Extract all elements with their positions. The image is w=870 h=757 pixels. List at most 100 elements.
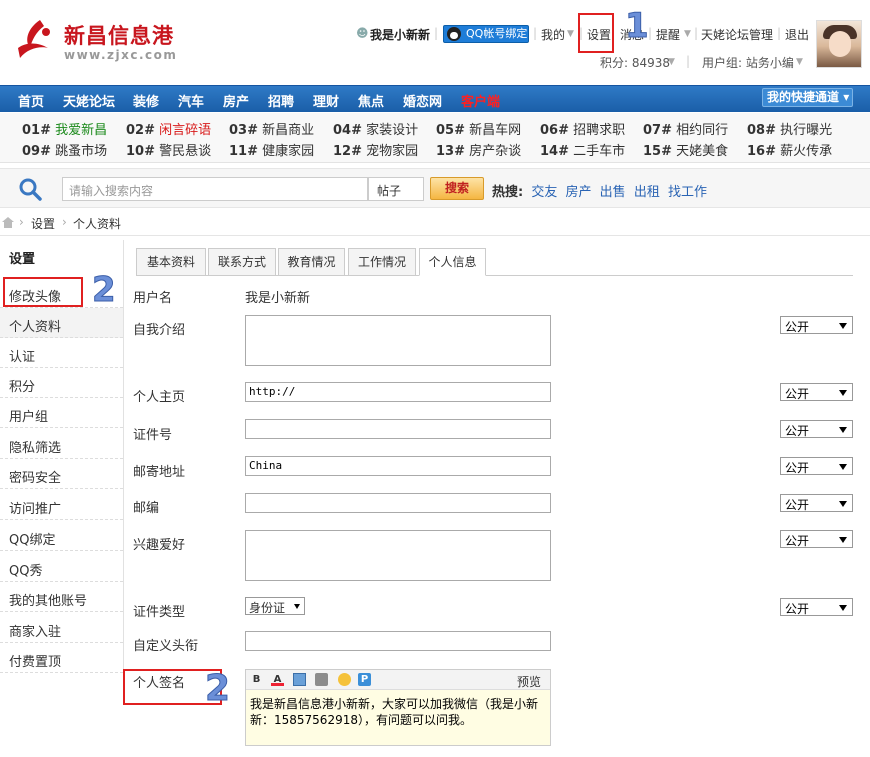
qq-bind-button[interactable]: QQ帐号绑定 [443,25,529,43]
highlight-box [3,277,83,307]
nav-item[interactable]: 理财 [313,91,339,110]
hot-search-link[interactable]: 出售 [600,185,626,200]
paste-icon[interactable]: P [358,673,371,686]
forum-link[interactable]: 06# 招聘求职 [540,119,625,138]
sidebar-item-verify[interactable]: 认证 [0,338,123,368]
emoji-icon[interactable] [338,673,351,686]
forum-link[interactable]: 03# 新昌商业 [229,119,314,138]
forum-link[interactable]: 07# 相约同行 [643,119,728,138]
forum-link[interactable]: 13# 房产杂谈 [436,140,521,159]
sidebar-item-profile[interactable]: 个人资料 [0,308,123,338]
forum-link[interactable]: 01# 我爱新昌 [22,119,107,138]
nav-item[interactable]: 天姥论坛 [63,91,115,110]
home-icon[interactable] [2,217,14,228]
forum-link[interactable]: 02# 闲言碎语 [126,119,211,138]
nav-item[interactable]: 招聘 [268,91,294,110]
intro-label: 自我介绍 [133,323,186,338]
search-input[interactable]: 请输入搜索内容 [62,177,368,201]
tab-basic[interactable]: 基本资料 [136,248,206,276]
breadcrumb-settings[interactable]: 设置 [31,215,55,232]
id-number-input[interactable] [245,419,551,439]
forum-link[interactable]: 11# 健康家园 [229,140,314,159]
sidebar-item-qq-bind[interactable]: QQ绑定 [0,521,123,551]
id-number-label: 证件号 [133,428,173,443]
homepage-input[interactable]: http:// [245,382,551,402]
sidebar-item-points[interactable]: 积分 [0,368,123,398]
signature-text[interactable]: 我是新昌信息港小新新，大家可以加我微信（我是小新新：15857562918），有… [250,696,548,728]
address-input[interactable]: China [245,456,551,476]
nav-item[interactable]: 首页 [18,91,44,110]
zip-input[interactable] [245,493,551,513]
points-display[interactable]: 积分: 84938 [600,54,670,71]
annotation-number: 2 [204,668,231,710]
chevron-down-icon: ▼ [684,29,691,39]
user-avatar[interactable] [816,20,862,68]
privacy-select[interactable]: 公开 [780,598,853,616]
nav-item[interactable]: 汽车 [178,91,204,110]
privacy-select[interactable]: 公开 [780,420,853,438]
hot-search-link[interactable]: 房产 [566,185,592,200]
search-button[interactable]: 搜索 [430,177,484,200]
username-link[interactable]: 我是小新新 [370,26,430,43]
logout-link[interactable]: 退出 [785,26,809,43]
id-type-select[interactable]: 身份证 [245,597,305,615]
zip-label: 邮编 [133,501,160,516]
sidebar-item-usergroup[interactable]: 用户组 [0,398,123,428]
forum-link[interactable]: 15# 天姥美食 [643,140,728,159]
forum-link[interactable]: 08# 执行曝光 [747,119,832,138]
breadcrumb: › 设置 › 个人资料 [0,212,870,236]
remind-menu[interactable]: 提醒 [656,26,680,43]
tab-contact[interactable]: 联系方式 [208,248,276,276]
attachment-icon[interactable] [315,673,328,686]
nav-item[interactable]: 客户端 [461,91,500,110]
sidebar-item-qq-show[interactable]: QQ秀 [0,552,123,582]
hot-search-link[interactable]: 出租 [634,185,660,200]
hot-search-link[interactable]: 交友 [531,185,557,200]
nav-item[interactable]: 装修 [133,91,159,110]
search-type-select[interactable]: 帖子 [368,177,424,201]
privacy-select[interactable]: 公开 [780,457,853,475]
tab-personal[interactable]: 个人信息 [419,248,486,276]
tab-work[interactable]: 工作情况 [348,248,416,276]
nav-item[interactable]: 房产 [223,91,249,110]
hot-search-link[interactable]: 找工作 [668,185,707,200]
forum-link[interactable]: 10# 警民悬谈 [126,140,211,159]
preview-button[interactable]: 预览 [517,673,541,690]
profile-tabs: 基本资料 联系方式 教育情况 工作情况 个人信息 [136,248,853,276]
forum-link[interactable]: 04# 家装设计 [333,119,418,138]
privacy-select[interactable]: 公开 [780,494,853,512]
sidebar-item-password[interactable]: 密码安全 [0,459,123,489]
forum-link[interactable]: 09# 跳蚤市场 [22,140,107,159]
intro-textarea[interactable] [245,315,551,366]
username-label: 用户名 [133,291,173,306]
privacy-select[interactable]: 公开 [780,530,853,548]
search-icon[interactable] [18,177,42,201]
sidebar-item-privacy[interactable]: 隐私筛选 [0,429,123,459]
forum-link[interactable]: 12# 宠物家园 [333,140,418,159]
nav-item[interactable]: 焦点 [358,91,384,110]
privacy-select[interactable]: 公开 [780,383,853,401]
breadcrumb-separator: › [62,215,67,229]
font-color-icon[interactable]: A [271,673,284,686]
forum-admin-link[interactable]: 天姥论坛管理 [701,26,773,43]
editor-toolbar: B A P 预览 [246,670,550,690]
breadcrumb-profile[interactable]: 个人资料 [73,215,121,232]
privacy-select[interactable]: 公开 [780,316,853,334]
site-logo[interactable]: 新昌信息港 www.zjxc.com [12,14,192,70]
usergroup-display[interactable]: 用户组: 站务小编 [702,54,794,71]
mine-menu[interactable]: 我的 [541,26,565,43]
sidebar-item-merchant[interactable]: 商家入驻 [0,613,123,643]
sidebar-item-promotion[interactable]: 访问推广 [0,490,123,520]
hobby-textarea[interactable] [245,530,551,581]
forum-link[interactable]: 14# 二手车市 [540,140,625,159]
sidebar-item-paid-top[interactable]: 付费置顶 [0,643,123,673]
forum-link[interactable]: 16# 薪火传承 [747,140,832,159]
image-icon[interactable] [293,673,306,686]
quick-access-button[interactable]: 我的快捷通道 ▾ [762,88,853,107]
custom-title-input[interactable] [245,631,551,651]
forum-link[interactable]: 05# 新昌车网 [436,119,521,138]
nav-item[interactable]: 婚恋网 [403,91,442,110]
sidebar-item-other-accounts[interactable]: 我的其他账号 [0,582,123,612]
tab-education[interactable]: 教育情况 [278,248,345,276]
bold-icon[interactable]: B [250,673,263,686]
